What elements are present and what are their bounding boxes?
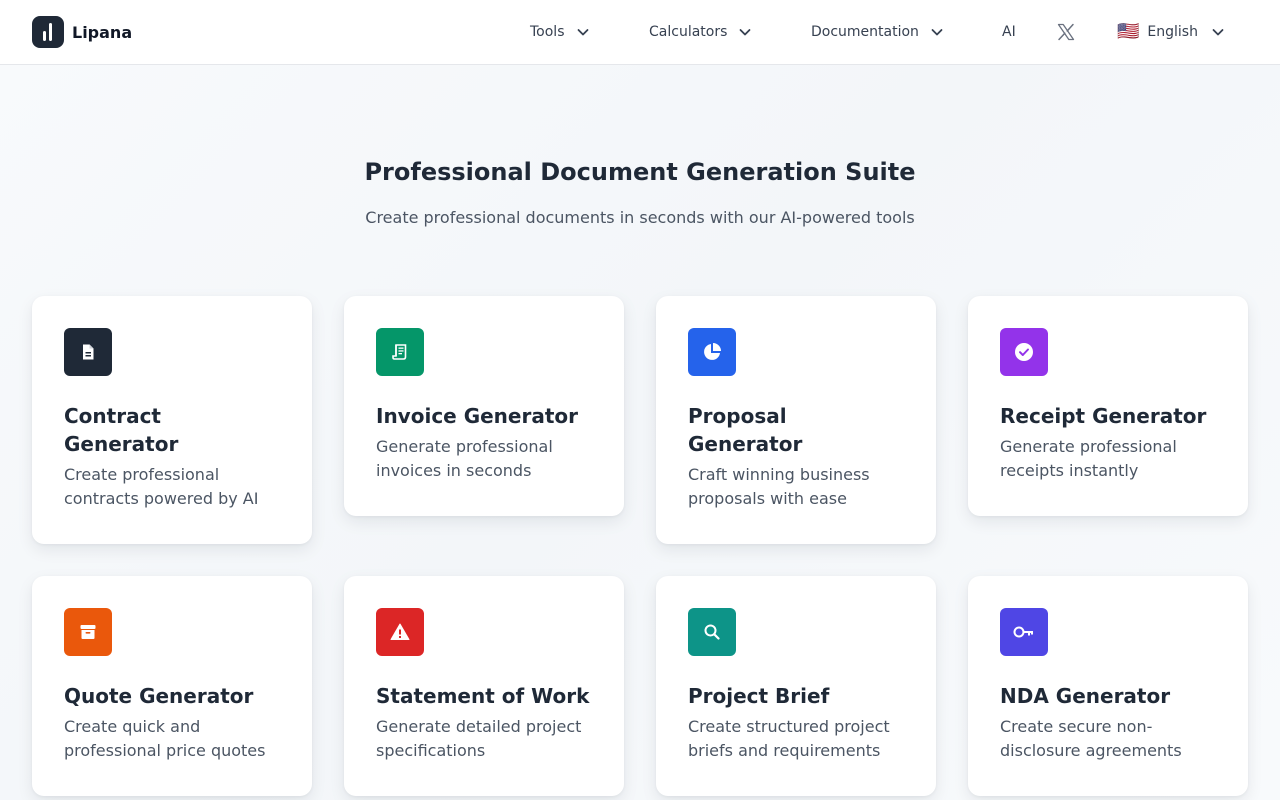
us-flag-icon: 🇺🇸 [1117,21,1140,42]
x-twitter-icon[interactable] [1056,22,1076,42]
project-brief-card[interactable]: Project Brief Create structured project … [656,576,936,796]
nav-documentation-label: Documentation [811,24,919,40]
chevron-down-icon [737,24,753,40]
card-description: Generate detailed project specifications [376,717,582,760]
card-title: Quote Generator [64,684,254,708]
brand-name: Lipana [72,22,133,42]
warning-icon [376,608,424,656]
nav-calculators-dropdown[interactable]: Calculators [649,20,753,44]
language-label: English [1147,24,1198,40]
card-title: Statement of Work [376,684,590,708]
top-navbar: Lipana Tools Calculators Documentation A… [0,0,1280,65]
nav-tools-label: Tools [530,24,565,40]
page-title: Professional Document Generation Suite [364,158,916,186]
chevron-down-icon [929,24,945,40]
card-description: Generate professional receipts instantly [1000,437,1177,480]
pie-chart-icon [688,328,736,376]
archive-box-icon [64,608,112,656]
card-description: Create secure non-disclosure agreements [1000,717,1182,760]
card-title: Contract Generator [64,404,179,456]
chevron-down-icon [1210,24,1226,40]
card-title: Invoice Generator [376,404,579,428]
chevron-down-icon [575,24,591,40]
quote-generator-card[interactable]: Quote Generator Create quick and profess… [32,576,312,796]
card-title: Proposal Generator [688,404,803,456]
receipt-scroll-icon [376,328,424,376]
card-title: NDA Generator [1000,684,1171,708]
receipt-generator-card[interactable]: Receipt Generator Generate professional … [968,296,1248,516]
key-icon [1000,608,1048,656]
nav-calculators-label: Calculators [649,24,728,40]
invoice-generator-card[interactable]: Invoice Generator Generate professional … [344,296,624,516]
card-title: Project Brief [688,684,830,708]
document-icon [64,328,112,376]
card-description: Create professional contracts powered by… [64,465,259,508]
nav-tools-dropdown[interactable]: Tools [530,20,591,44]
nav-ai-link[interactable]: AI [1002,20,1016,44]
card-description: Generate professional invoices in second… [376,437,553,480]
proposal-generator-card[interactable]: Proposal Generator Craft winning busines… [656,296,936,544]
nda-generator-card[interactable]: NDA Generator Create secure non-disclosu… [968,576,1248,796]
statement-of-work-card[interactable]: Statement of Work Generate detailed proj… [344,576,624,796]
card-description: Create structured project briefs and req… [688,717,890,760]
language-selector[interactable]: 🇺🇸 English [1117,20,1226,44]
brand-logo-icon [32,16,64,48]
search-icon [688,608,736,656]
card-title: Receipt Generator [1000,404,1207,428]
contract-generator-card[interactable]: Contract Generator Create professional c… [32,296,312,544]
brand-logo-link[interactable]: Lipana [32,16,132,48]
card-description: Create quick and professional price quot… [64,717,266,760]
nav-ai-label: AI [1002,24,1016,40]
check-badge-icon [1000,328,1048,376]
page-subtitle: Create professional documents in seconds… [365,208,915,227]
nav-documentation-dropdown[interactable]: Documentation [811,20,945,44]
card-description: Craft winning business proposals with ea… [688,465,870,508]
